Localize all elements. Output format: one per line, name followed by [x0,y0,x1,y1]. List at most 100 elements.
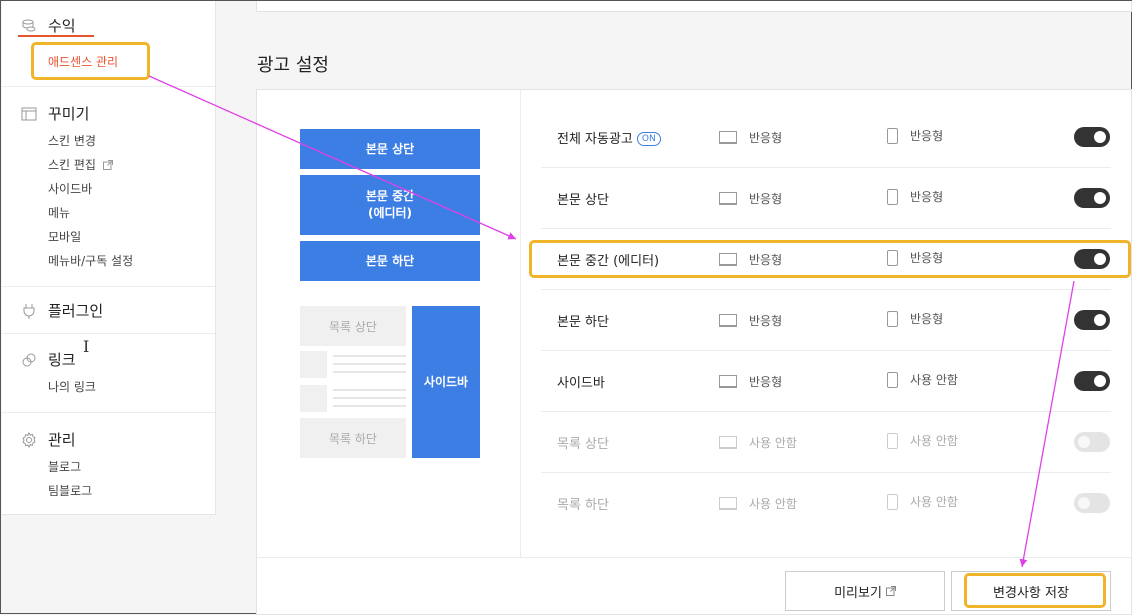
pc-setting[interactable]: 반응형 [719,129,782,146]
mobile-icon [887,127,898,144]
mobile-setting[interactable]: 반응형 [887,127,943,144]
sidebar-item-menu[interactable]: 메뉴 [48,204,70,221]
mobile-icon [887,371,898,388]
highlight-box-middle-row [529,240,1131,278]
section-revenue-header[interactable]: 수익 [20,15,76,36]
preview-body-top: 본문 상단 [300,129,480,169]
external-link-icon [885,586,896,596]
sidebar-item-skin-change[interactable]: 스킨 변경 [48,132,96,149]
preview-line [333,371,406,373]
mobile-setting-value: 반응형 [910,190,944,204]
pc-setting-value: 반응형 [749,131,783,145]
preview-line [333,405,406,407]
link-icon [20,351,38,369]
laptop-icon [719,131,737,144]
toggle-switch[interactable] [1074,432,1110,452]
preview-line [333,397,406,399]
mobile-setting[interactable]: 반응형 [887,310,943,327]
preview-thumb [300,351,327,378]
toggle-switch[interactable] [1074,310,1110,330]
sidebar-item-mobile[interactable]: 모바일 [48,228,81,245]
section-manage: 관리 블로그 팀블로그 [2,413,215,513]
section-decorate: 꾸미기 스킨 변경 스킨 편집 사이드바 메뉴 모바일 메뉴바/구독 설정 [2,87,215,287]
ad-row-name: 본문 상단 [557,193,609,208]
laptop-icon [719,436,737,449]
pc-setting[interactable]: 사용 안함 [719,495,797,512]
mobile-setting[interactable]: 사용 안함 [887,493,958,510]
top-card [256,1,1132,12]
footer-divider [256,557,1132,558]
preview-button-label: 미리보기 [834,585,882,601]
section-plugin: 플러그인 [2,287,215,334]
sidebar-item-menubar[interactable]: 메뉴바/구독 설정 [48,252,133,269]
mobile-setting-value: 사용 안함 [910,373,958,387]
active-underline [18,35,94,37]
text-cursor-icon: I [83,337,90,356]
sidebar-item-blog[interactable]: 블로그 [48,458,81,475]
ad-row-name: 목록 하단 [557,498,609,513]
section-label: 플러그인 [48,302,104,320]
external-link-icon [102,159,113,173]
sidebar-item-skin-edit[interactable]: 스킨 편집 [48,156,113,173]
toggle-switch[interactable] [1074,127,1110,147]
page-title: 광고 설정 [257,55,329,76]
pc-setting[interactable]: 반응형 [719,373,782,390]
ad-row-body-bottom: 본문 하단 반응형 반응형 [541,290,1111,351]
preview-line [333,363,406,365]
ad-row-body-top: 본문 상단 반응형 반응형 [541,168,1111,229]
preview-body-middle: 본문 중간 (에디터) [300,175,480,235]
ad-row-name: 사이드바 [557,376,605,391]
mobile-setting-value: 사용 안함 [910,434,958,448]
pc-setting-value: 반응형 [749,192,783,206]
preview-body-middle-line2: (에디터) [367,206,413,220]
preview-thumb [300,385,327,412]
preview-button[interactable]: 미리보기 [785,571,945,611]
section-manage-header[interactable]: 관리 [20,429,76,450]
gear-icon [20,431,38,449]
pc-setting[interactable]: 사용 안함 [719,434,797,451]
sidebar-item-sidebar[interactable]: 사이드바 [48,180,92,197]
section-label: 수익 [48,17,76,35]
pc-setting-value: 사용 안함 [749,436,797,450]
preview-list-bottom: 목록 하단 [300,418,406,458]
laptop-icon [719,497,737,510]
ad-row-sidebar: 사이드바 반응형 사용 안함 [541,351,1111,412]
panel-divider [520,89,521,557]
ad-row-name: 본문 하단 [557,315,609,330]
section-link: 링크 나의 링크 [2,334,215,413]
mobile-setting-value: 사용 안함 [910,495,958,509]
ad-row-name: 전체 자동광고 ON [557,128,661,147]
section-label: 꾸미기 [48,105,90,123]
toggle-switch[interactable] [1074,493,1110,513]
pc-setting-value: 사용 안함 [749,497,797,511]
pc-setting[interactable]: 반응형 [719,312,782,329]
laptop-icon [719,375,737,388]
laptop-icon [719,314,737,327]
preview-body-middle-line1: 본문 중간 [365,189,415,204]
preview-line [333,389,406,391]
layout-icon [20,105,38,123]
pc-setting[interactable]: 반응형 [719,190,782,207]
preview-body-bottom: 본문 하단 [300,241,480,281]
preview-list-top: 목록 상단 [300,306,406,346]
toggle-switch[interactable] [1074,371,1110,391]
toggle-switch[interactable] [1074,188,1110,208]
sidebar-item-team-blog[interactable]: 팀블로그 [48,482,92,499]
mobile-setting[interactable]: 반응형 [887,188,943,205]
mobile-setting-value: 반응형 [910,129,944,143]
section-label: 링크 [48,351,76,369]
mobile-setting[interactable]: 사용 안함 [887,371,958,388]
sidebar-item-my-link[interactable]: 나의 링크 [48,378,96,395]
sidebar-item-label: 스킨 편집 [48,158,96,172]
ad-row-list-bottom: 목록 하단 사용 안함 사용 안함 [541,473,1111,534]
mobile-icon [887,310,898,327]
mobile-setting[interactable]: 사용 안함 [887,432,958,449]
ad-row-name: 목록 상단 [557,437,609,452]
mobile-setting-value: 반응형 [910,312,944,326]
plug-icon [20,302,38,320]
section-decorate-header[interactable]: 꾸미기 [20,103,89,124]
ad-row-list-top: 목록 상단 사용 안함 사용 안함 [541,412,1111,473]
section-plugin-header[interactable]: 플러그인 [20,300,103,321]
section-link-header[interactable]: 링크 [20,349,76,370]
preview-line [333,355,406,357]
